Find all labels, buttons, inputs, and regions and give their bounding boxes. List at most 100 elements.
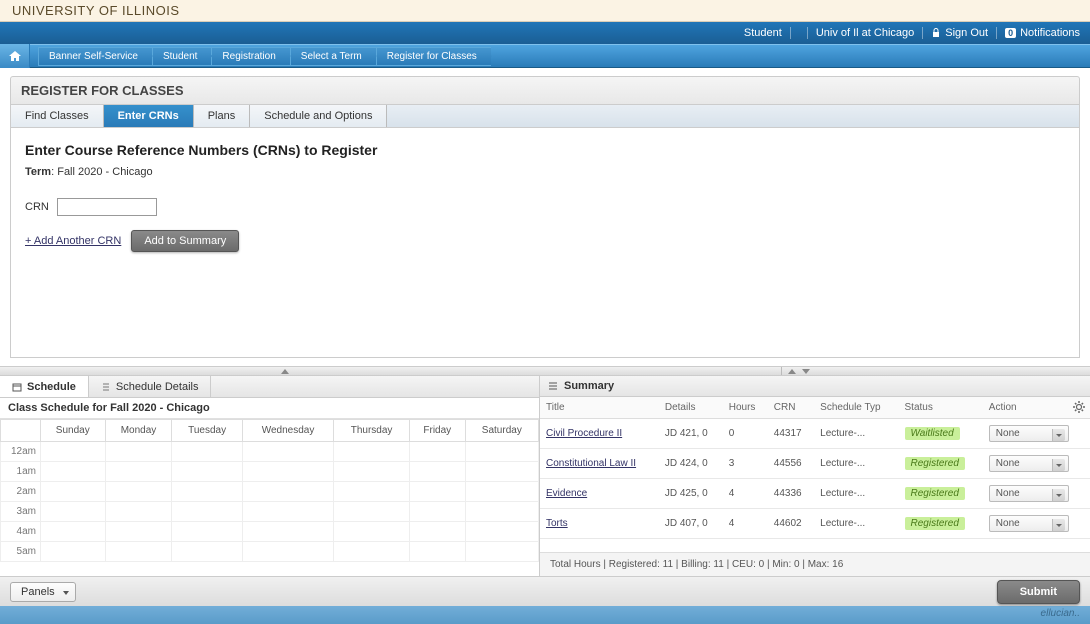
chevron-down-icon[interactable]	[802, 369, 810, 374]
divider	[996, 27, 997, 39]
table-row[interactable]: Civil Procedure IIJD 421, 0044317Lecture…	[540, 419, 1090, 449]
role-link[interactable]: Student	[744, 27, 782, 39]
schedule-cell[interactable]	[242, 482, 333, 502]
schedule-cell[interactable]	[409, 462, 465, 482]
schedule-cell[interactable]	[465, 522, 538, 542]
schedule-cell[interactable]	[465, 462, 538, 482]
signout-link[interactable]: Sign Out	[931, 27, 988, 39]
schedule-cell[interactable]	[172, 482, 242, 502]
course-hours: 3	[723, 449, 768, 479]
tab-schedule[interactable]: Schedule	[0, 376, 89, 397]
schedule-cell[interactable]	[105, 442, 172, 462]
tab-plans[interactable]: Plans	[194, 105, 251, 127]
action-dropdown[interactable]: None	[989, 425, 1069, 442]
breadcrumb-item[interactable]: Registration	[211, 47, 289, 66]
breadcrumb-item[interactable]: Student	[152, 47, 211, 66]
notifications-link[interactable]: 0 Notifications	[1005, 27, 1080, 39]
schedule-cell[interactable]	[409, 522, 465, 542]
schedule-cell[interactable]	[172, 502, 242, 522]
schedule-cell[interactable]	[172, 542, 242, 562]
schedule-cell[interactable]	[409, 442, 465, 462]
schedule-cell[interactable]	[172, 462, 242, 482]
schedule-cell[interactable]	[242, 542, 333, 562]
table-row[interactable]: EvidenceJD 425, 0444336Lecture-...Regist…	[540, 479, 1090, 509]
chevron-up-icon[interactable]	[281, 369, 289, 374]
breadcrumb-item[interactable]: Register for Classes	[376, 47, 491, 66]
table-row[interactable]: Constitutional Law IIJD 424, 0344556Lect…	[540, 449, 1090, 479]
schedule-cell[interactable]	[242, 462, 333, 482]
schedule-cell[interactable]	[41, 482, 106, 502]
action-dropdown[interactable]: None	[989, 455, 1069, 472]
course-hours: 4	[723, 509, 768, 539]
schedule-cell[interactable]	[334, 482, 410, 502]
course-title-link[interactable]: Torts	[546, 518, 568, 529]
action-dropdown[interactable]: None	[989, 485, 1069, 502]
action-dropdown[interactable]: None	[989, 515, 1069, 532]
schedule-cell[interactable]	[465, 502, 538, 522]
course-title-link[interactable]: Evidence	[546, 488, 587, 499]
schedule-cell[interactable]	[334, 502, 410, 522]
schedule-cell[interactable]	[409, 502, 465, 522]
crn-input[interactable]	[57, 198, 157, 216]
schedule-cell[interactable]	[41, 542, 106, 562]
summary-col-header: Details	[659, 397, 723, 419]
add-to-summary-button[interactable]: Add to Summary	[131, 230, 239, 252]
schedule-cell[interactable]	[105, 462, 172, 482]
tab-row: Find ClassesEnter CRNsPlansSchedule and …	[10, 105, 1080, 128]
schedule-cell[interactable]	[41, 502, 106, 522]
bottom-panes: Schedule Schedule Details Class Schedule…	[0, 376, 1090, 576]
home-button[interactable]	[0, 44, 30, 68]
time-label: 2am	[1, 482, 41, 502]
add-another-crn-link[interactable]: + Add Another CRN	[25, 235, 121, 247]
campus-link[interactable]: Univ of Il at Chicago	[816, 27, 914, 39]
schedule-grid[interactable]: SundayMondayTuesdayWednesdayThursdayFrid…	[0, 419, 539, 576]
breadcrumb-item[interactable]: Select a Term	[290, 47, 376, 66]
schedule-cell[interactable]	[242, 522, 333, 542]
schedule-cell[interactable]	[334, 542, 410, 562]
schedule-cell[interactable]	[242, 502, 333, 522]
schedule-cell[interactable]	[334, 462, 410, 482]
day-header: Sunday	[41, 420, 106, 442]
schedule-cell[interactable]	[409, 482, 465, 502]
course-crn: 44336	[768, 479, 814, 509]
schedule-cell[interactable]	[41, 462, 106, 482]
schedule-cell[interactable]	[409, 542, 465, 562]
schedule-cell[interactable]	[105, 502, 172, 522]
schedule-cell[interactable]	[41, 522, 106, 542]
schedule-cell[interactable]	[41, 442, 106, 462]
chevron-up-icon[interactable]	[788, 369, 796, 374]
gear-icon[interactable]	[1072, 400, 1086, 414]
schedule-cell[interactable]	[465, 482, 538, 502]
summary-col-header: Hours	[723, 397, 768, 419]
horizontal-splitter[interactable]	[0, 366, 1090, 376]
schedule-cell[interactable]	[105, 522, 172, 542]
schedule-cell[interactable]	[172, 522, 242, 542]
divider	[807, 27, 808, 39]
tab-schedule-details[interactable]: Schedule Details	[89, 376, 212, 397]
table-row[interactable]: TortsJD 407, 0444602Lecture-...Registere…	[540, 509, 1090, 539]
course-crn: 44602	[768, 509, 814, 539]
schedule-cell[interactable]	[242, 442, 333, 462]
schedule-cell[interactable]	[172, 442, 242, 462]
summary-col-header: Status	[899, 397, 983, 419]
summary-col-header: Schedule Typ	[814, 397, 898, 419]
course-title-link[interactable]: Constitutional Law II	[546, 458, 636, 469]
schedule-cell[interactable]	[334, 522, 410, 542]
course-crn: 44317	[768, 419, 814, 449]
tab-find-classes[interactable]: Find Classes	[11, 105, 104, 127]
panels-dropdown[interactable]: Panels	[10, 582, 76, 602]
schedule-cell[interactable]	[105, 482, 172, 502]
schedule-cell[interactable]	[465, 542, 538, 562]
summary-header: Summary	[540, 376, 1090, 397]
course-details: JD 407, 0	[659, 509, 723, 539]
tab-enter-crns[interactable]: Enter CRNs	[104, 105, 194, 127]
schedule-cell[interactable]	[105, 542, 172, 562]
schedule-cell[interactable]	[465, 442, 538, 462]
day-header: Friday	[409, 420, 465, 442]
summary-col-header: Title	[540, 397, 659, 419]
tab-schedule-and-options[interactable]: Schedule and Options	[250, 105, 387, 127]
summary-pane: Summary TitleDetailsHoursCRNSchedule Typ…	[540, 376, 1090, 576]
schedule-cell[interactable]	[334, 442, 410, 462]
course-title-link[interactable]: Civil Procedure II	[546, 428, 622, 439]
breadcrumb-item[interactable]: Banner Self-Service	[38, 47, 152, 66]
